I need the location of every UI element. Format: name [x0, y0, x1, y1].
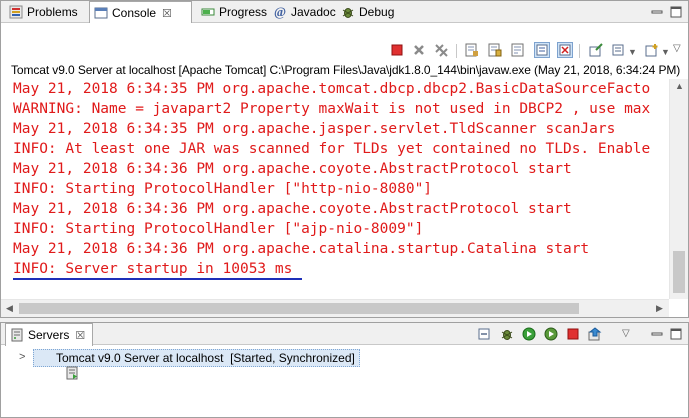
tomcat-server-icon — [38, 352, 78, 380]
chevron-down-icon[interactable]: ▼ — [628, 47, 637, 57]
server-entry-selected[interactable]: Tomcat v9.0 Server at localhost [Started… — [33, 349, 360, 380]
server-name: Tomcat v9.0 Server at localhost — [56, 351, 224, 365]
stop-server-icon[interactable] — [565, 326, 581, 342]
scroll-left-icon[interactable]: ◀ — [6, 303, 13, 314]
server-tree-item[interactable]: > Tomcat v9.0 Server at localhost [Start… — [1, 349, 688, 380]
close-icon[interactable]: ☒ — [162, 7, 172, 20]
console-line: May 21, 2018 6:34:36 PM org.apache.coyot… — [13, 161, 572, 177]
tab-label: Javadoc — [291, 5, 336, 19]
word-wrap-icon[interactable] — [510, 42, 526, 58]
console-description: Tomcat v9.0 Server at localhost [Apache … — [11, 63, 681, 77]
show-console-on-stderr-icon[interactable] — [557, 42, 573, 58]
maximize-icon[interactable] — [668, 4, 684, 20]
tab-label: Servers — [28, 328, 70, 342]
servers-tab-bar: Servers ☒ ▽ — [1, 323, 688, 346]
console-line: May 21, 2018 6:34:35 PM org.apache.tomca… — [13, 81, 651, 97]
debug-server-icon[interactable] — [499, 326, 515, 342]
terminate-icon[interactable] — [389, 42, 405, 58]
console-vertical-scrollbar[interactable]: ▲ — [669, 79, 688, 299]
vertical-scroll-thumb[interactable] — [673, 251, 685, 293]
tab-label: Debug — [359, 5, 395, 19]
console-line: INFO: At least one JAR was scanned for T… — [13, 141, 651, 157]
console-horizontal-scrollbar[interactable]: ◀ ▶ — [1, 299, 669, 317]
debug-icon — [341, 5, 355, 19]
open-console-icon[interactable] — [644, 42, 660, 58]
remove-all-terminated-icon[interactable] — [433, 42, 449, 58]
tab-javadoc[interactable]: @ Javadoc — [269, 1, 336, 23]
console-toolbar: ▼ ▼ ▽ — [1, 23, 688, 61]
tab-console[interactable]: Console ☒ — [89, 1, 192, 24]
view-menu-icon[interactable]: ▽ — [673, 43, 681, 54]
server-status: [Started, Synchronized] — [223, 351, 355, 365]
console-line: INFO: Starting ProtocolHandler ["http-ni… — [13, 181, 433, 197]
minimize-icon[interactable] — [649, 326, 665, 342]
maximize-icon[interactable] — [668, 326, 684, 342]
console-line: May 21, 2018 6:34:36 PM org.apache.coyot… — [13, 201, 572, 217]
problems-icon — [9, 5, 23, 19]
tab-label: Problems — [27, 5, 78, 19]
close-icon[interactable]: ☒ — [75, 329, 85, 342]
console-output[interactable]: May 21, 2018 6:34:35 PM org.apache.tomca… — [1, 79, 669, 299]
console-line: May 21, 2018 6:34:36 PM org.apache.catal… — [13, 241, 590, 257]
console-view: Problems Console ☒ Progress @ Javadoc De… — [0, 0, 689, 318]
tab-problems[interactable]: Problems — [5, 1, 78, 23]
tab-servers[interactable]: Servers ☒ — [5, 323, 93, 346]
remove-launch-icon[interactable] — [411, 42, 427, 58]
pin-console-icon[interactable] — [588, 42, 604, 58]
publish-server-icon[interactable] — [587, 326, 603, 342]
servers-icon — [10, 328, 24, 342]
collapse-all-icon[interactable] — [476, 326, 492, 342]
scroll-right-icon[interactable]: ▶ — [656, 303, 663, 314]
show-console-on-stdout-icon[interactable] — [534, 42, 550, 58]
chevron-right-icon[interactable]: > — [19, 351, 25, 363]
console-line-startup: INFO: Server startup in 10053 ms — [13, 261, 293, 277]
javadoc-icon: @ — [273, 4, 287, 19]
tab-progress[interactable]: Progress — [197, 1, 267, 23]
console-icon — [94, 6, 108, 20]
servers-view: Servers ☒ ▽ > Tomcat v9.0 Server at loca… — [0, 322, 689, 418]
top-tab-bar: Problems Console ☒ Progress @ Javadoc De… — [1, 1, 688, 24]
progress-icon — [201, 5, 215, 19]
scroll-up-icon[interactable]: ▲ — [675, 81, 684, 91]
display-selected-console-icon[interactable] — [611, 42, 627, 58]
chevron-down-icon[interactable]: ▼ — [661, 47, 670, 57]
profile-server-icon[interactable] — [543, 326, 559, 342]
startup-underline — [13, 278, 302, 280]
clear-console-icon[interactable] — [464, 42, 480, 58]
console-line: WARNING: Name = javapart2 Property maxWa… — [13, 101, 651, 117]
console-line: May 21, 2018 6:34:35 PM org.apache.jaspe… — [13, 121, 616, 137]
minimize-icon[interactable] — [649, 4, 665, 20]
tab-debug[interactable]: Debug — [337, 1, 394, 23]
tab-label: Progress — [219, 5, 268, 19]
horizontal-scroll-thumb[interactable] — [19, 303, 579, 314]
start-server-icon[interactable] — [521, 326, 537, 342]
console-line: INFO: Starting ProtocolHandler ["ajp-nio… — [13, 221, 424, 237]
tab-label: Console — [112, 6, 157, 20]
scroll-lock-icon[interactable] — [487, 42, 503, 58]
view-menu-icon[interactable]: ▽ — [622, 328, 630, 339]
